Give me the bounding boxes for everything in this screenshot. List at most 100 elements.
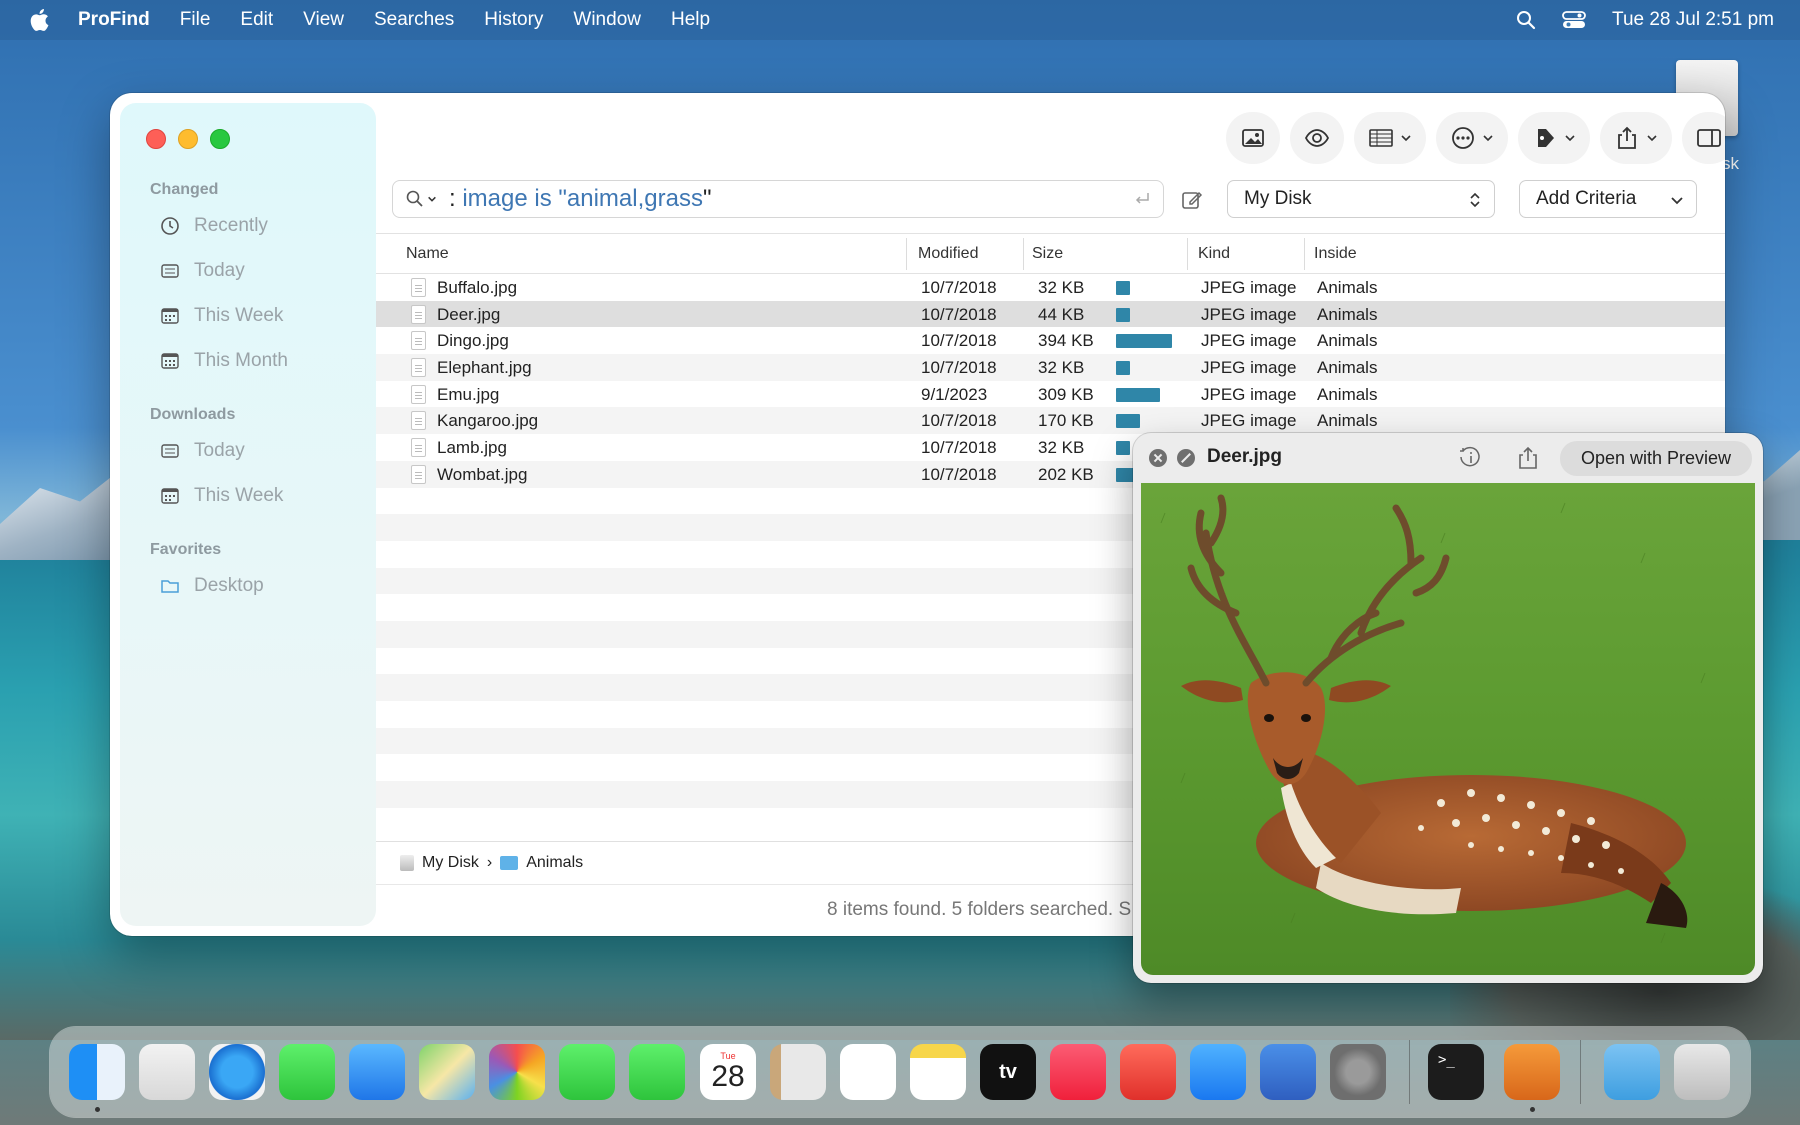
menu-file[interactable]: File: [180, 9, 211, 31]
eye-icon: [1304, 129, 1330, 147]
terminal-icon[interactable]: >_: [1428, 1044, 1484, 1100]
close-icon[interactable]: [1149, 449, 1167, 467]
scope-select[interactable]: My Disk: [1227, 180, 1495, 218]
search-query-text[interactable]: : image is "animal,grass": [449, 185, 712, 213]
trash-icon[interactable]: [1674, 1044, 1730, 1100]
table-row[interactable]: Kangaroo.jpg 10/7/2018 170 KB JPEG image Ani…: [376, 407, 1725, 435]
info-icon[interactable]: [1457, 445, 1483, 471]
cell-name: Kangaroo.jpg: [437, 411, 539, 431]
simulator-icon[interactable]: [1260, 1044, 1316, 1100]
table-row[interactable]: Emu.jpg 9/1/2023 309 KB JPEG image Animals: [376, 380, 1725, 408]
apple-menu-icon[interactable]: [28, 8, 50, 32]
calendar-day: 28: [711, 1060, 745, 1093]
folder-icon: [161, 580, 179, 593]
menu-edit[interactable]: Edit: [240, 9, 273, 31]
cell-kind: JPEG image: [1201, 384, 1297, 404]
column-divider[interactable]: [1187, 238, 1188, 270]
edit-query-icon[interactable]: [1180, 188, 1204, 212]
add-criteria-select[interactable]: Add Criteria: [1519, 180, 1697, 218]
menu-view[interactable]: View: [303, 9, 344, 31]
column-divider[interactable]: [906, 238, 907, 270]
reminders-icon[interactable]: [840, 1044, 896, 1100]
sidebar-item-today[interactable]: Today: [160, 256, 245, 286]
close-window-button[interactable]: [146, 129, 166, 149]
search-query-prefix: :: [449, 185, 463, 212]
contacts-icon[interactable]: [770, 1044, 826, 1100]
column-header-modified[interactable]: Modified: [918, 245, 978, 263]
menu-app-name[interactable]: ProFind: [78, 9, 150, 31]
downloads-folder-icon[interactable]: [1604, 1044, 1660, 1100]
full-screen-icon[interactable]: [1177, 449, 1195, 467]
spotlight-search-icon[interactable]: [1516, 10, 1536, 30]
share-button[interactable]: [1600, 112, 1672, 164]
path-disk[interactable]: My Disk: [422, 854, 479, 872]
launchpad-icon[interactable]: [139, 1044, 195, 1100]
calendar-icon[interactable]: Tue 28: [700, 1044, 756, 1100]
menu-searches[interactable]: Searches: [374, 9, 454, 31]
rocket-icon[interactable]: [1120, 1044, 1176, 1100]
toolbar: [1226, 109, 1725, 167]
tag-filter-button[interactable]: [1518, 112, 1590, 164]
table-row[interactable]: Buffalo.jpg 10/7/2018 32 KB JPEG image Anima…: [376, 274, 1725, 301]
sidebar-item-desktop[interactable]: Desktop: [160, 571, 264, 601]
table-row[interactable]: Dingo.jpg 10/7/2018 394 KB JPEG image Animal…: [376, 327, 1725, 355]
column-header-inside[interactable]: Inside: [1314, 245, 1357, 263]
cell-modified: 10/7/2018: [921, 331, 997, 351]
search-options-button[interactable]: [405, 189, 441, 209]
jpeg-file-icon: [411, 438, 426, 458]
column-header-name[interactable]: Name: [406, 245, 449, 263]
notes-icon[interactable]: [910, 1044, 966, 1100]
phone-icon[interactable]: [629, 1044, 685, 1100]
toggle-inspector-button[interactable]: [1682, 112, 1725, 164]
cell-size: 32 KB: [1038, 438, 1085, 458]
menu-window[interactable]: Window: [573, 9, 641, 31]
search-query-field[interactable]: : image is "animal,grass": [392, 180, 1164, 218]
sidebar-item-this-month[interactable]: This Month: [160, 346, 288, 376]
table-row[interactable]: Deer.jpg 10/7/2018 44 KB JPEG image Animals: [376, 300, 1725, 328]
open-with-preview-button[interactable]: Open with Preview: [1560, 441, 1752, 476]
column-header-size[interactable]: Size: [1032, 245, 1063, 263]
sidebar-item-downloads-this-week[interactable]: This Week: [160, 481, 283, 511]
finder-icon[interactable]: [69, 1044, 125, 1100]
quick-look-button[interactable]: [1290, 112, 1344, 164]
jpeg-file-icon: [411, 358, 426, 378]
maps-icon[interactable]: [419, 1044, 475, 1100]
column-divider[interactable]: [1304, 238, 1305, 270]
facetime-icon[interactable]: [559, 1044, 615, 1100]
deer-photo: [1141, 483, 1755, 975]
sidebar-item-recently[interactable]: Recently: [160, 211, 268, 241]
more-actions-button[interactable]: [1436, 112, 1508, 164]
messages-icon[interactable]: [279, 1044, 335, 1100]
path-folder[interactable]: Animals: [526, 854, 583, 872]
sidebar-item-this-week[interactable]: This Week: [160, 301, 283, 331]
safari-icon[interactable]: [209, 1044, 265, 1100]
zoom-window-button[interactable]: [210, 129, 230, 149]
settings-icon[interactable]: [1330, 1044, 1386, 1100]
menubar-clock[interactable]: Tue 28 Jul 2:51 pm: [1612, 9, 1774, 31]
menu-help[interactable]: Help: [671, 9, 710, 31]
share-icon[interactable]: [1517, 445, 1539, 471]
table-row[interactable]: Elephant.jpg 10/7/2018 32 KB JPEG image Anim…: [376, 354, 1725, 381]
image-view-button[interactable]: [1226, 112, 1280, 164]
terminal-prompt: >_: [1438, 1052, 1455, 1068]
return-icon[interactable]: [1133, 190, 1151, 208]
mail-icon[interactable]: [349, 1044, 405, 1100]
size-bar: [1116, 387, 1160, 402]
column-header-kind[interactable]: Kind: [1198, 245, 1230, 263]
list-icon: [161, 444, 179, 458]
profind-icon[interactable]: [1504, 1044, 1560, 1100]
menu-history[interactable]: History: [484, 9, 543, 31]
appletv-glyph: tv: [999, 1060, 1017, 1083]
appstore-icon[interactable]: [1190, 1044, 1246, 1100]
cell-name: Buffalo.jpg: [437, 278, 518, 297]
music-icon[interactable]: [1050, 1044, 1106, 1100]
view-mode-button[interactable]: [1354, 112, 1426, 164]
control-center-icon[interactable]: [1562, 10, 1586, 30]
calendar-grid-icon: [161, 353, 179, 369]
photos-icon[interactable]: [489, 1044, 545, 1100]
dock-separator: [1580, 1040, 1581, 1104]
sidebar-item-downloads-today[interactable]: Today: [160, 436, 245, 466]
minimize-window-button[interactable]: [178, 129, 198, 149]
appletv-icon[interactable]: tv: [980, 1044, 1036, 1100]
column-divider[interactable]: [1023, 238, 1024, 270]
